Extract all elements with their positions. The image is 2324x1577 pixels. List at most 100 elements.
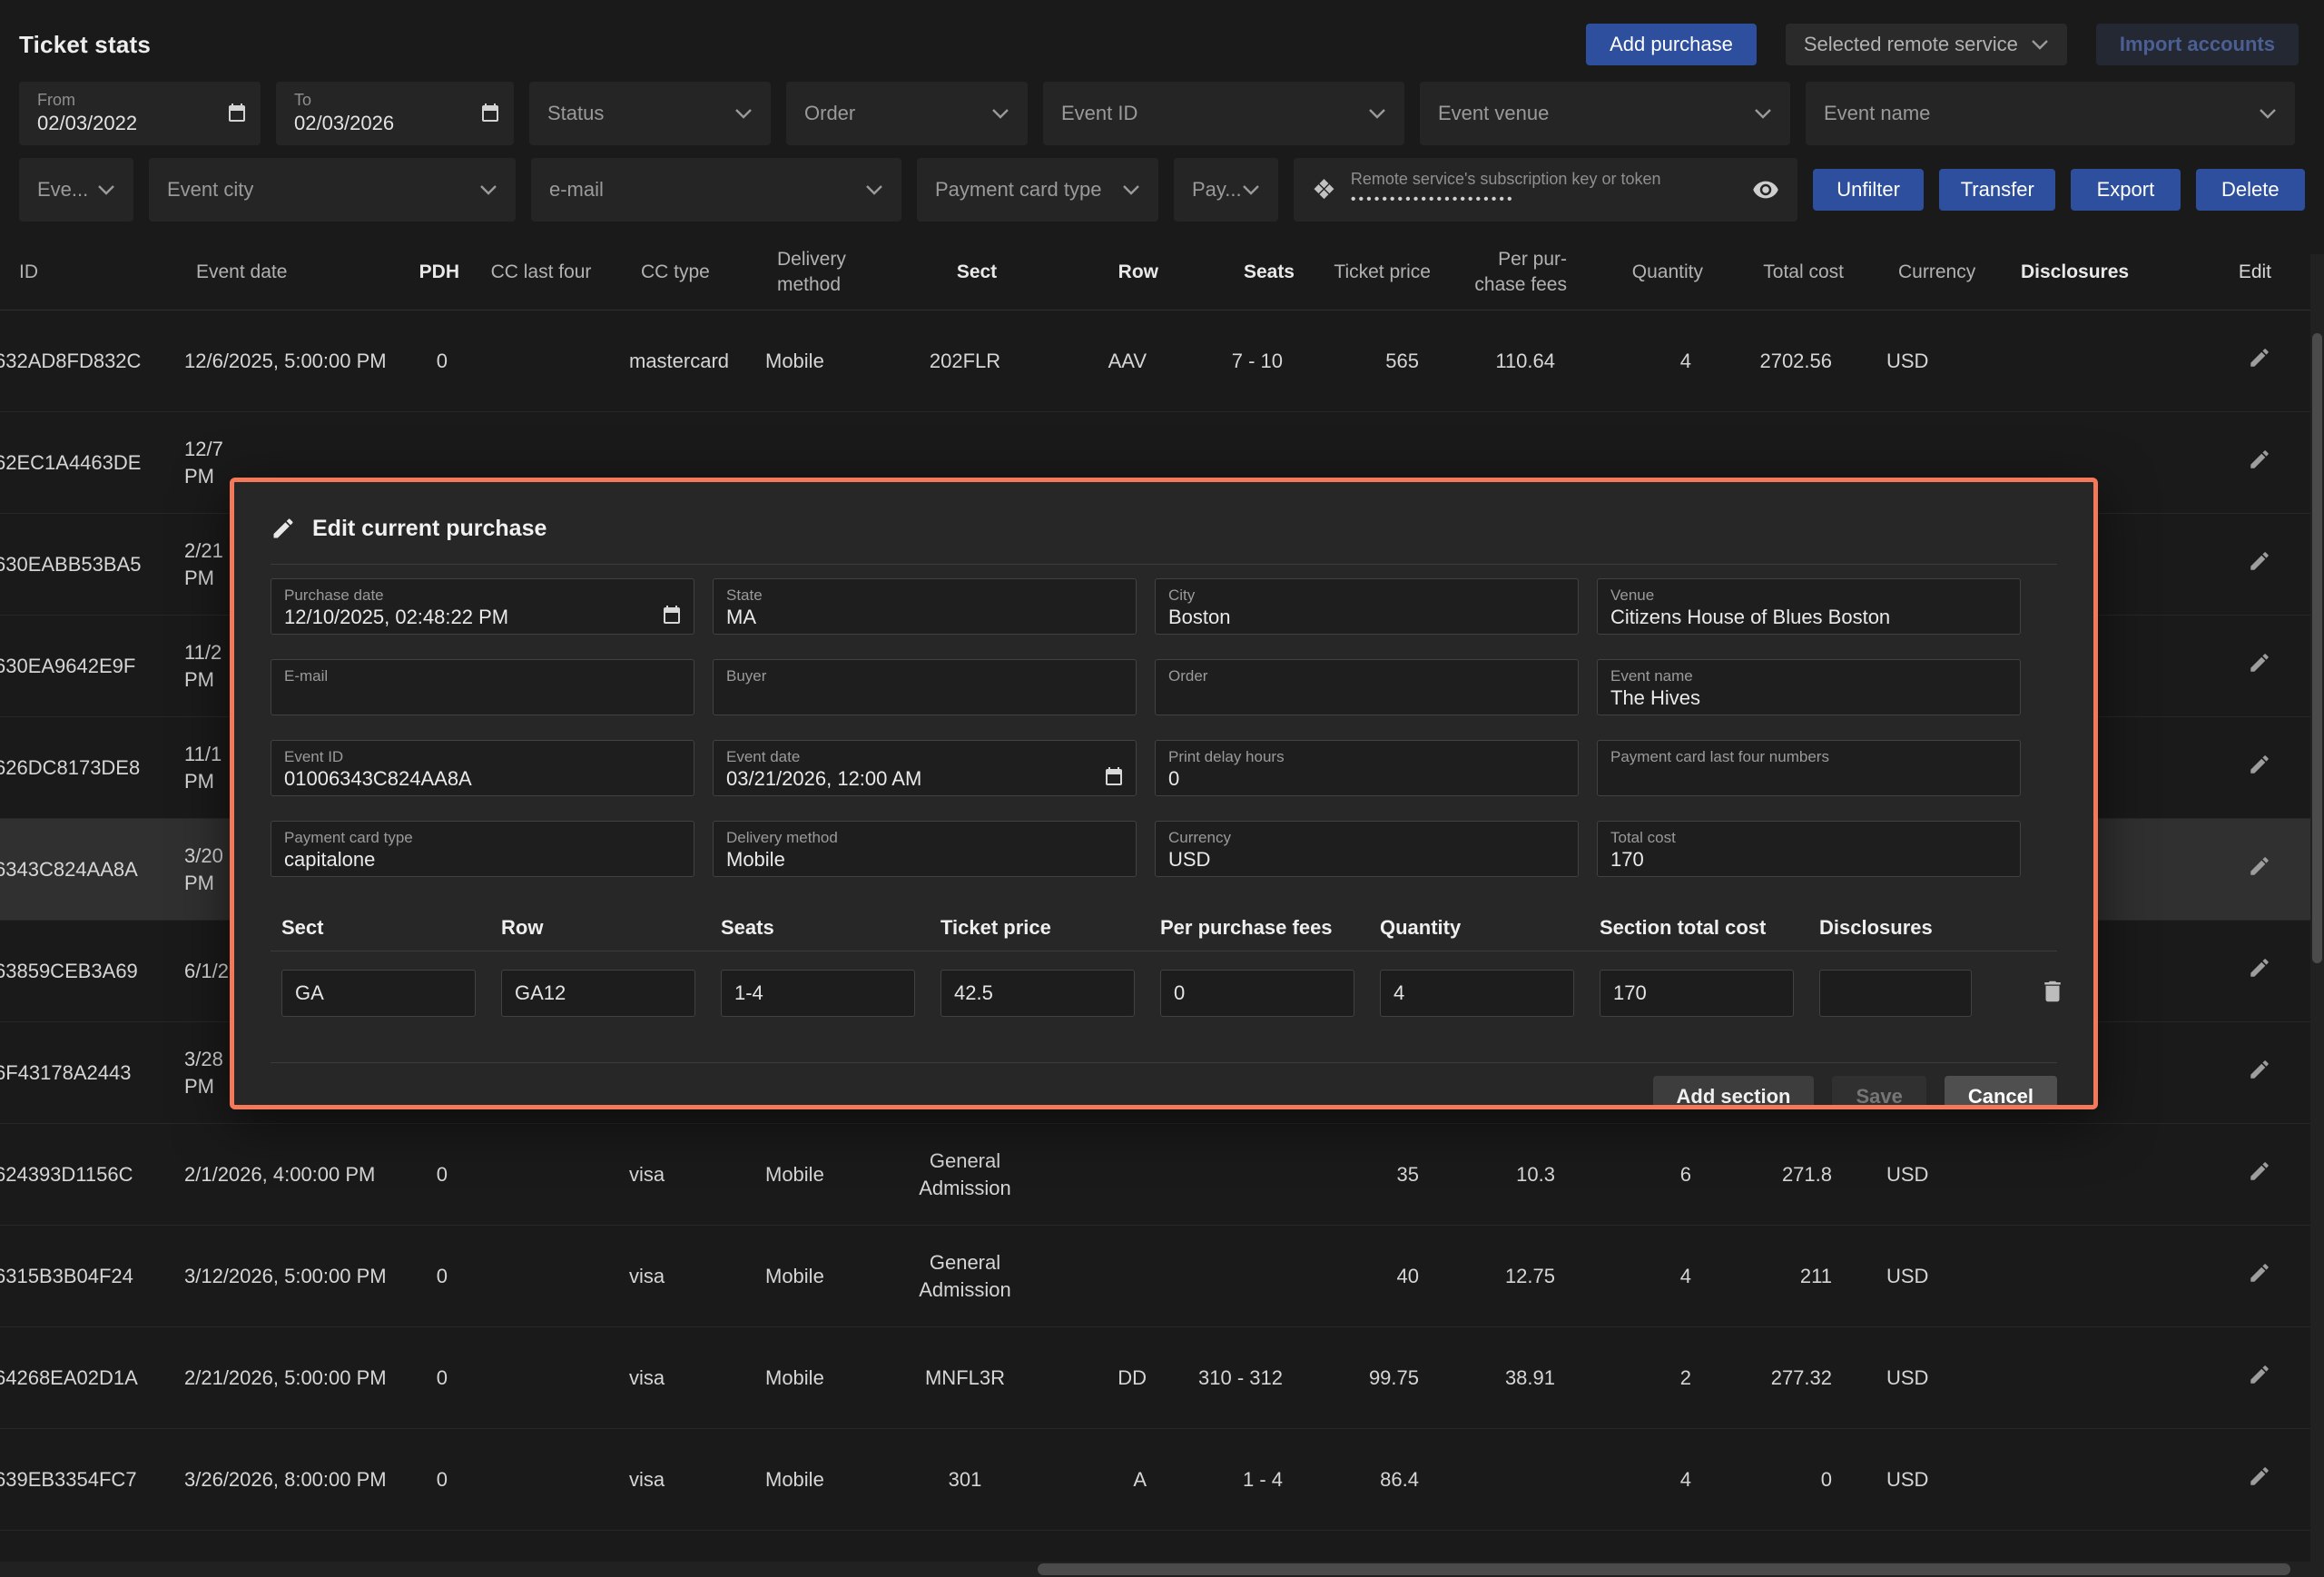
event-date-field[interactable]: Event date 03/21/2026, 12:00 AM — [713, 740, 1137, 796]
event-id-field[interactable]: Event ID 01006343C824AA8A — [271, 740, 694, 796]
col-cc-type[interactable]: CC type — [614, 260, 750, 284]
col-id[interactable]: ID — [19, 260, 196, 284]
edit-icon[interactable] — [2248, 854, 2271, 885]
calendar-icon[interactable] — [226, 103, 248, 124]
payment-short-select[interactable]: Pay... — [1174, 158, 1278, 222]
calendar-icon[interactable] — [661, 605, 683, 626]
venue-field[interactable]: Venue Citizens House of Blues Boston — [1597, 578, 2021, 635]
event-city-select[interactable]: Event city — [149, 158, 516, 222]
section-fees-input[interactable] — [1160, 970, 1354, 1017]
event-short-select[interactable]: Eve... — [19, 158, 133, 222]
table-row[interactable]: 6315B3B04F24 3/12/2026, 5:00:00 PM 0 vis… — [0, 1226, 2324, 1327]
status-select[interactable]: Status — [529, 82, 771, 145]
email-select[interactable]: e-mail — [531, 158, 901, 222]
cell-per-purchase-fees: 110.64 — [1446, 348, 1578, 375]
event-id-select[interactable]: Event ID — [1043, 82, 1404, 145]
total-cost-field[interactable]: Total cost 170 — [1597, 821, 2021, 877]
horizontal-scrollbar-thumb[interactable] — [1038, 1563, 2290, 1575]
col-ticket-price[interactable]: Ticket price — [1322, 260, 1458, 284]
edit-icon[interactable] — [2248, 448, 2271, 478]
col-pdh[interactable]: PDH — [409, 260, 468, 284]
cell-delivery-method: Mobile — [738, 348, 865, 375]
city-field[interactable]: City Boston — [1155, 578, 1579, 635]
event-name-field[interactable]: Event name The Hives — [1597, 659, 2021, 715]
cell-id: 6343C824AA8A — [0, 856, 184, 883]
horizontal-scrollbar[interactable] — [0, 1562, 2324, 1577]
delete-button[interactable]: Delete — [2196, 169, 2305, 211]
import-accounts-button[interactable]: Import accounts — [2096, 24, 2299, 65]
section-total-input[interactable] — [1600, 970, 1794, 1017]
page-title: Ticket stats — [19, 31, 151, 59]
chevron-down-icon — [97, 184, 115, 195]
edit-icon[interactable] — [2248, 1261, 2271, 1292]
add-section-button[interactable]: Add section — [1653, 1076, 1815, 1109]
section-seats-input[interactable] — [721, 970, 915, 1017]
transfer-button[interactable]: Transfer — [1939, 169, 2055, 211]
vertical-scrollbar-thumb[interactable] — [2312, 333, 2322, 963]
edit-icon[interactable] — [2248, 956, 2271, 987]
order-field[interactable]: Order — [1155, 659, 1579, 715]
col-event-date[interactable]: Event date — [196, 260, 409, 284]
state-field[interactable]: State MA — [713, 578, 1137, 635]
remote-key-field[interactable]: ❖ Remote service's subscription key or t… — [1294, 158, 1797, 222]
field-label: Currency — [1168, 828, 1565, 847]
calendar-icon[interactable] — [1103, 766, 1125, 788]
currency-field[interactable]: Currency USD — [1155, 821, 1579, 877]
save-button[interactable]: Save — [1832, 1076, 1925, 1109]
edit-icon[interactable] — [2248, 753, 2271, 784]
unfilter-button[interactable]: Unfilter — [1813, 169, 1924, 211]
col-cc-last-four[interactable]: CC last four — [468, 260, 614, 284]
edit-icon[interactable] — [2248, 549, 2271, 580]
col-currency[interactable]: Currency — [1862, 260, 1971, 284]
table-row[interactable]: 632AD8FD832C 12/6/2025, 5:00:00 PM 0 mas… — [0, 310, 2324, 412]
from-date-field[interactable]: From 02/03/2022 — [19, 82, 261, 145]
event-venue-select[interactable]: Event venue — [1420, 82, 1790, 145]
col-total-cost[interactable]: Total cost — [1726, 260, 1862, 284]
payment-card-type-field[interactable]: Payment card type capitalone — [271, 821, 694, 877]
cell-quantity: 6 — [1578, 1161, 1714, 1188]
section-ticket-price-input[interactable] — [940, 970, 1135, 1017]
email-field[interactable]: E-mail — [271, 659, 694, 715]
col-seats[interactable]: Seats — [1195, 260, 1322, 284]
section-row-input[interactable] — [501, 970, 695, 1017]
edit-icon[interactable] — [2248, 651, 2271, 682]
table-row[interactable]: 64268EA02D1A 2/21/2026, 5:00:00 PM 0 vis… — [0, 1327, 2324, 1429]
to-date-field[interactable]: To 02/03/2026 — [276, 82, 514, 145]
edit-icon[interactable] — [2248, 1159, 2271, 1190]
col-sect[interactable]: Sect — [877, 260, 1077, 284]
col-quantity[interactable]: Quantity — [1590, 260, 1726, 284]
section-disclosures-input[interactable] — [1819, 970, 1972, 1017]
add-purchase-button[interactable]: Add purchase — [1586, 24, 1757, 65]
purchase-date-field[interactable]: Purchase date 12/10/2025, 02:48:22 PM — [271, 578, 694, 635]
payment-short-label: Pay... — [1192, 178, 1242, 202]
edit-icon[interactable] — [2248, 346, 2271, 377]
payment-card-type-select[interactable]: Payment card type — [917, 158, 1158, 222]
cancel-button[interactable]: Cancel — [1945, 1076, 2057, 1109]
section-quantity-input[interactable] — [1380, 970, 1574, 1017]
remote-service-select[interactable]: Selected remote service — [1786, 24, 2067, 65]
delete-section-icon[interactable] — [2039, 978, 2066, 1005]
col-disclosures[interactable]: Disclosures — [1971, 260, 2143, 284]
edit-icon[interactable] — [2248, 1058, 2271, 1089]
calendar-icon[interactable] — [479, 103, 501, 124]
print-delay-hours-field[interactable]: Print delay hours 0 — [1155, 740, 1579, 796]
field-value: 03/21/2026, 12:00 AM — [726, 766, 1123, 792]
col-delivery-method[interactable]: Delivery method — [750, 247, 877, 297]
edit-icon[interactable] — [2248, 1363, 2271, 1394]
col-per-purchase-fees[interactable]: Per pur- chase fees — [1458, 247, 1590, 297]
card-last-four-field[interactable]: Payment card last four numbers — [1597, 740, 2021, 796]
order-select[interactable]: Order — [786, 82, 1028, 145]
buyer-field[interactable]: Buyer — [713, 659, 1137, 715]
vertical-scrollbar[interactable] — [2310, 254, 2324, 1562]
cell-edit — [2132, 854, 2324, 885]
eye-icon[interactable] — [1752, 176, 1779, 203]
field-label: Total cost — [1610, 828, 2007, 847]
delivery-method-field[interactable]: Delivery method Mobile — [713, 821, 1137, 877]
event-name-select[interactable]: Event name — [1806, 82, 2295, 145]
col-row[interactable]: Row — [1077, 260, 1195, 284]
table-row[interactable]: 624393D1156C 2/1/2026, 4:00:00 PM 0 visa… — [0, 1124, 2324, 1226]
table-row[interactable]: 639EB3354FC7 3/26/2026, 8:00:00 PM 0 vis… — [0, 1429, 2324, 1531]
export-button[interactable]: Export — [2071, 169, 2180, 211]
section-sect-input[interactable] — [281, 970, 476, 1017]
edit-icon[interactable] — [2248, 1464, 2271, 1495]
